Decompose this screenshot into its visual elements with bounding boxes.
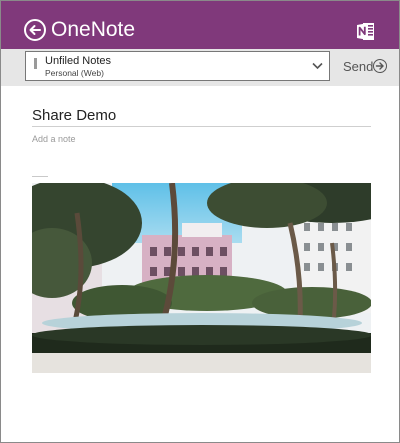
back-arrow-icon xyxy=(29,25,41,35)
notebook-section-title: Unfiled Notes xyxy=(45,55,112,67)
image-caption-line xyxy=(32,176,48,177)
section-color-marker xyxy=(34,58,37,69)
app-title: OneNote xyxy=(51,18,136,41)
title-divider xyxy=(32,126,371,127)
share-panel: OneNote Unfiled Notes Personal (Web) Sen… xyxy=(0,0,400,443)
notebook-section-subtitle: Personal (Web) xyxy=(45,68,104,78)
send-button-label: Send xyxy=(343,59,374,74)
back-button[interactable] xyxy=(24,19,46,41)
send-button[interactable]: Send xyxy=(334,51,392,81)
add-note-field[interactable]: Add a note xyxy=(32,134,76,145)
note-title[interactable]: Share Demo xyxy=(32,107,116,125)
title-bar: OneNote xyxy=(1,1,399,49)
chevron-down-icon xyxy=(312,62,323,70)
resort-photo xyxy=(32,183,371,373)
arrow-right-circle-icon xyxy=(373,59,387,73)
notebook-section-select[interactable]: Unfiled Notes Personal (Web) xyxy=(25,51,330,81)
onenote-logo-icon xyxy=(357,23,374,40)
